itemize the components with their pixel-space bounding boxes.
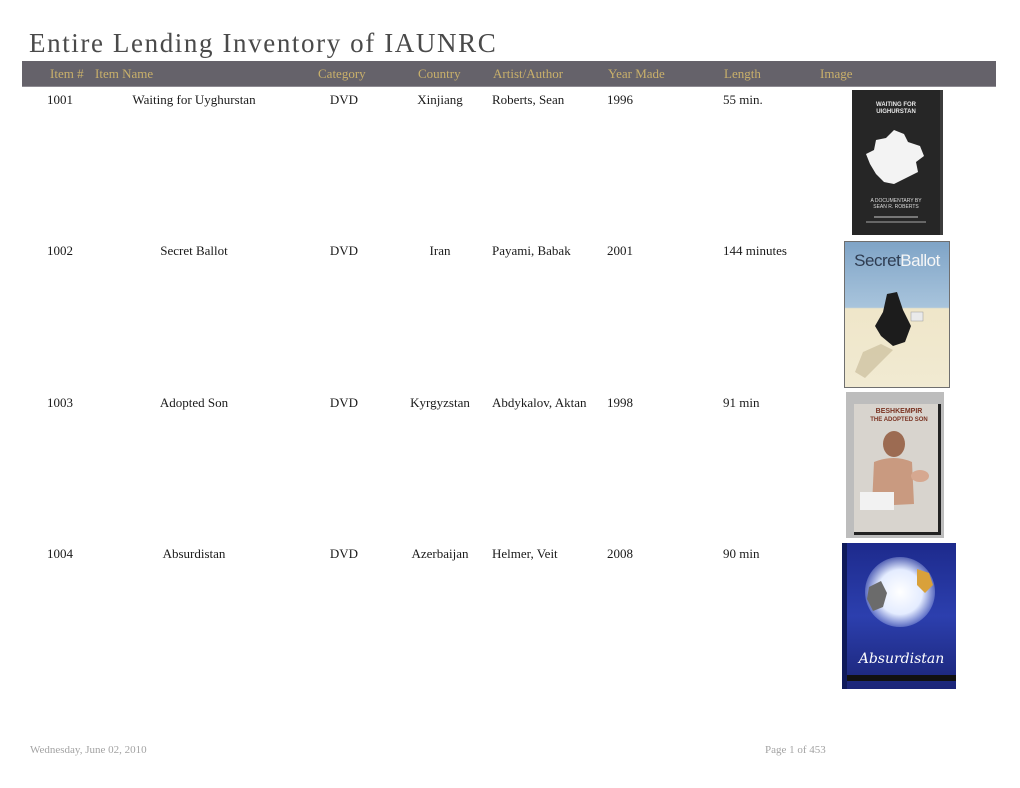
item-year: 2008 <box>607 546 633 561</box>
footer-date: Wednesday, June 02, 2010 <box>30 744 147 756</box>
column-header-item-number: Item # <box>50 66 84 81</box>
table-row: 1003 Adopted Son DVD Kyrgyzstan Abdykalo… <box>0 392 1020 545</box>
cover-title-word: Ballot <box>900 251 940 270</box>
item-number: 1004 <box>47 546 73 561</box>
item-category: DVD <box>329 243 359 258</box>
column-header-country: Country <box>418 66 461 81</box>
item-year: 1996 <box>607 92 633 107</box>
column-header-length: Length <box>724 66 761 81</box>
cover-image-secret-ballot: SecretBallot <box>844 241 950 388</box>
table-row: 1004 Absurdistan DVD Azerbaijan Helmer, … <box>0 543 1020 696</box>
column-header-year: Year Made <box>608 66 665 81</box>
column-header-item-name: Item Name <box>95 66 154 81</box>
item-artist: Helmer, Veit <box>492 546 558 561</box>
cover-image-adopted-son: BESHKEMPIR THE ADOPTED SON <box>846 392 944 538</box>
item-length: 91 min <box>723 395 760 410</box>
table-row: 1002 Secret Ballot DVD Iran Payami, Baba… <box>0 241 1020 393</box>
column-header-artist: Artist/Author <box>493 66 564 81</box>
column-header-bar: Item # Item Name Category Country Artist… <box>22 61 996 87</box>
item-country: Kyrgyzstan <box>410 395 470 410</box>
column-header-category: Category <box>318 66 366 81</box>
item-name: Secret Ballot <box>160 243 228 258</box>
item-year: 2001 <box>607 243 633 258</box>
footer-page-number: Page 1 of 453 <box>765 744 826 756</box>
cover-title-word: Secret <box>854 251 901 270</box>
cover-title-line: UIGHURSTAN <box>876 109 916 115</box>
item-length: 55 min. <box>723 92 763 107</box>
cover-image-absurdistan: Absurdistan <box>842 543 956 689</box>
cover-title: Absurdistan <box>858 651 945 667</box>
cover-subtitle-line: SEAN R. ROBERTS <box>873 204 919 210</box>
item-name: Adopted Son <box>159 395 229 410</box>
item-country: Iran <box>429 243 451 258</box>
item-category: DVD <box>329 92 359 107</box>
item-category: DVD <box>329 395 359 410</box>
item-number: 1003 <box>47 395 73 410</box>
item-number: 1002 <box>47 243 73 258</box>
item-artist: Payami, Babak <box>492 243 571 258</box>
item-artist: Roberts, Sean <box>492 92 565 107</box>
cover-title-line: THE ADOPTED SON <box>870 417 928 423</box>
item-artist: Abdykalov, Aktan <box>492 395 587 410</box>
cover-figure-icon <box>855 292 924 378</box>
item-category: DVD <box>329 546 359 561</box>
map-silhouette-icon <box>866 130 924 184</box>
item-length: 144 minutes <box>723 243 787 258</box>
item-length: 90 min <box>723 546 760 561</box>
cover-title-line: WAITING FOR <box>876 102 916 108</box>
cover-figure-icon <box>867 569 933 611</box>
item-name: Waiting for Uyghurstan <box>132 92 256 107</box>
item-country: Azerbaijan <box>411 546 469 561</box>
cover-title-line: BESHKEMPIR <box>875 408 923 415</box>
item-country: Xinjiang <box>417 92 463 107</box>
item-number: 1001 <box>47 92 73 107</box>
item-name: Absurdistan <box>162 546 226 561</box>
cover-image-waiting-for-uyghurstan: WAITING FOR UIGHURSTAN A DOCUMENTARY BY … <box>852 90 943 235</box>
item-year: 1998 <box>607 395 633 410</box>
table-row: 1001 Waiting for Uyghurstan DVD Xinjiang… <box>0 90 1020 242</box>
column-header-image: Image <box>820 66 853 81</box>
report-title: Entire Lending Inventory of IAUNRC <box>29 28 498 58</box>
cover-figure-icon <box>860 431 929 510</box>
